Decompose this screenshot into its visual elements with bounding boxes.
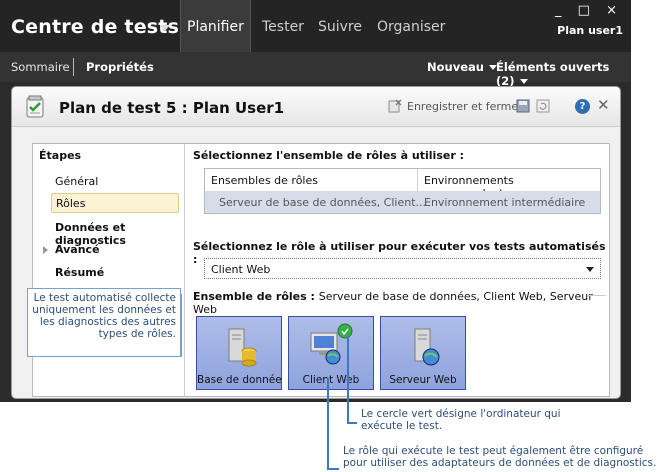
role-tile-web-server[interactable]: Serveur Web <box>380 316 466 390</box>
steps-heading: Étapes <box>39 149 82 162</box>
callout-left-text: Le test automatisé collecte uniquement l… <box>32 292 176 340</box>
web-server-icon <box>414 328 440 366</box>
role-tile-label: Serveur Web <box>389 374 457 386</box>
roleset-line: Ensemble de rôles : Serveur de base de d… <box>193 290 607 316</box>
table-cell: Serveur de base de données, Client... <box>219 196 427 209</box>
app-title: Centre de tests <box>11 16 180 38</box>
tab-tester[interactable]: Tester <box>262 0 304 52</box>
green-circle-note-line1: Le cercle vert désigne l'ordinateur qui <box>361 408 561 420</box>
role-pointer-foot <box>327 468 339 470</box>
role-tile-database[interactable]: Base de données... <box>196 316 282 390</box>
role-tile-label: Client Web <box>302 374 360 386</box>
plan-properties-content: Étapes Général Rôles Données et diagnost… <box>32 143 610 397</box>
app-menu-caret-icon[interactable] <box>160 25 170 31</box>
table-cell: Environnement intermédiaire <box>424 196 586 209</box>
select-roleset-label: Sélectionnez l'ensemble de rôles à utili… <box>193 149 464 162</box>
new-menu-label: Nouveau <box>427 60 484 74</box>
role-note-line1: Le rôle qui exécute le test peut égaleme… <box>343 445 644 457</box>
callout-left-border <box>181 294 182 357</box>
role-pointer <box>327 378 329 470</box>
green-circle-pointer-foot <box>347 422 357 424</box>
green-circle-note-line2: exécute le test. <box>361 420 443 432</box>
tab-planifier[interactable]: Planifier <box>180 0 251 52</box>
table-header[interactable]: Environnements correspondants <box>418 169 600 200</box>
refresh-icon[interactable] <box>536 99 550 113</box>
roles-pane: Sélectionnez l'ensemble de rôles à utili… <box>193 144 607 396</box>
sidebar-item-summary[interactable]: Résumé <box>55 266 104 279</box>
summary-link[interactable]: Sommaire <box>11 60 70 74</box>
divider <box>588 295 606 296</box>
sub-navigation: Sommaire Propriétés Nouveau Éléments ouv… <box>0 52 631 88</box>
sidebar-item-general[interactable]: Général <box>55 175 98 188</box>
sidebar-item-roles[interactable]: Rôles <box>51 193 179 213</box>
sidebar-item-advanced[interactable]: Avancé <box>55 243 100 256</box>
role-tile-label: Base de données... <box>197 374 281 386</box>
database-server-icon <box>228 328 257 367</box>
chevron-down-icon <box>586 267 594 272</box>
callout-left: Le test automatisé collecte uniquement l… <box>27 288 181 357</box>
expand-arrow-icon[interactable] <box>43 246 48 254</box>
user-name: Plan user1 <box>557 24 623 37</box>
open-items-menu[interactable]: Éléments ouverts (2) <box>496 60 631 88</box>
web-client-icon <box>310 323 353 365</box>
panel-header: Plan de test 5 : Plan User1 Enregistrer … <box>12 87 620 127</box>
table-row[interactable]: Serveur de base de données, Client... En… <box>205 191 600 213</box>
green-circle-pointer <box>347 336 349 424</box>
role-select[interactable]: Client Web <box>204 258 601 279</box>
roleset-title: Ensemble de rôles : <box>193 290 315 303</box>
role-note-line2: pour utiliser des adaptateurs de données… <box>343 457 657 469</box>
tab-organiser[interactable]: Organiser <box>377 0 445 52</box>
save-and-close-button[interactable]: Enregistrer et fermer <box>407 100 523 113</box>
role-note: Le rôle qui exécute le test peut égaleme… <box>343 445 656 469</box>
save-close-icon <box>388 99 402 113</box>
table-header[interactable]: Ensembles de rôles <box>205 169 418 191</box>
roleset-table: Ensembles de rôles Environnements corres… <box>204 168 601 214</box>
chevron-down-icon <box>519 79 528 84</box>
save-icon[interactable] <box>516 99 530 113</box>
test-plan-icon <box>26 95 44 118</box>
help-icon[interactable]: ? <box>575 99 590 114</box>
properties-link[interactable]: Propriétés <box>86 60 154 74</box>
close-icon[interactable]: ✕ <box>597 96 610 114</box>
tab-suivre[interactable]: Suivre <box>318 0 362 52</box>
new-menu[interactable]: Nouveau <box>427 60 497 74</box>
green-circle-note: Le cercle vert désigne l'ordinateur qui … <box>361 408 561 432</box>
window-controls[interactable]: _ □ × <box>555 3 623 18</box>
top-bar: Centre de tests Planifier Tester Suivre … <box>0 0 631 52</box>
role-select-value: Client Web <box>211 263 271 276</box>
role-tile-web-client[interactable]: Client Web <box>288 316 374 390</box>
open-items-label: Éléments ouverts (2) <box>496 60 610 88</box>
steps-sidebar: Étapes Général Rôles Données et diagnost… <box>33 144 185 396</box>
page-title: Plan de test 5 : Plan User1 <box>59 99 285 117</box>
screenshot-stage: Centre de tests Planifier Tester Suivre … <box>0 0 665 472</box>
separator <box>73 58 74 76</box>
